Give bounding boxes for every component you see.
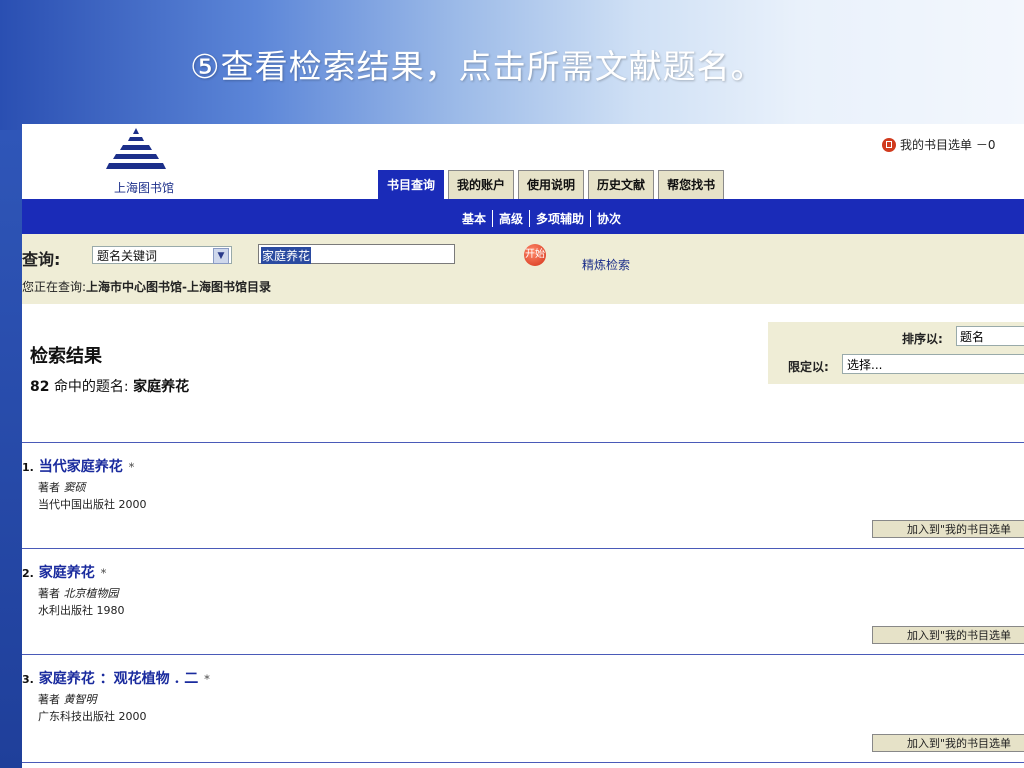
author-prefix: 著者 — [38, 481, 60, 494]
record-publisher: 广东科技出版社 2000 — [38, 708, 1024, 724]
limit-label: 限定以: — [788, 360, 829, 374]
start-search-button[interactable]: 开始 — [524, 244, 546, 266]
add-to-list-button[interactable]: 加入到"我的书目选单 — [872, 626, 1024, 644]
current-catalog-info: 您正在查询:上海市中心图书馆-上海图书馆目录 — [22, 278, 271, 295]
search-field-value: 题名关键词 — [97, 249, 158, 263]
my-list-label: 我的书目选单 －0 — [900, 138, 996, 152]
library-logo-icon — [106, 128, 166, 169]
publish-year: 1980 — [96, 604, 125, 617]
my-list-link[interactable]: 我的书目选单 －0 — [882, 136, 995, 153]
hit-count: 82 — [30, 379, 50, 395]
query-label: 查询: — [22, 250, 61, 269]
record-title-link[interactable]: 当代家庭养花 — [39, 459, 123, 475]
add-to-list-button[interactable]: 加入到"我的书目选单 — [872, 734, 1024, 752]
record-number: 1. — [22, 461, 34, 474]
record-publisher: 当代中国出版社 2000 — [38, 496, 1024, 512]
record-author: 著者 北京植物园 — [38, 585, 1024, 601]
refine-search-link[interactable]: 精炼检索 — [582, 256, 630, 273]
star-icon: * — [204, 673, 210, 686]
result-divider — [22, 654, 1024, 655]
querying-target: 上海市中心图书馆-上海图书馆目录 — [86, 280, 272, 294]
record-number: 2. — [22, 567, 34, 580]
search-panel: 查询: 题名关键词 ▼ 家庭养花 开始 精炼检索 您正在查询:上海市中心图书馆-… — [22, 234, 1024, 304]
sort-select[interactable]: 题名 — [956, 326, 1024, 346]
search-field-select[interactable]: 题名关键词 ▼ — [92, 246, 232, 264]
tab-find-books[interactable]: 帮您找书 — [658, 170, 725, 199]
record-number: 3. — [22, 673, 34, 686]
record-title-link[interactable]: 家庭养花 — [39, 565, 95, 581]
search-mode-bar: 基本 高级 多项辅助 协次 — [22, 200, 1024, 234]
record-author: 著者 黄智明 — [38, 691, 1024, 707]
publish-year: 2000 — [118, 498, 147, 511]
publisher-name: 当代中国出版社 — [38, 498, 115, 511]
record-author: 著者 窦硕 — [38, 479, 1024, 495]
results-title: 检索结果 — [30, 346, 102, 367]
star-icon: * — [128, 461, 135, 474]
search-input[interactable]: 家庭养花 — [258, 244, 455, 264]
result-divider — [22, 762, 1024, 763]
publish-year: 2000 — [118, 710, 147, 723]
tab-catalog-search[interactable]: 书目查询 — [378, 170, 445, 199]
library-name: 上海图书馆 — [114, 181, 175, 195]
result-divider — [22, 442, 1024, 443]
limit-select[interactable]: 选择... — [842, 354, 1024, 374]
hit-count-text: 命中的题名: — [53, 379, 129, 395]
results-count: 82 命中的题名: 家庭养花 — [30, 376, 189, 396]
record-title-link[interactable]: 家庭养花 ：观花植物 . 二 — [39, 671, 199, 687]
result-record: 2. 家庭养花 * 著者 北京植物园 水利出版社 1980 — [22, 562, 1024, 618]
results-header: 检索结果 82 命中的题名: 家庭养花 — [30, 342, 189, 396]
mode-advanced[interactable]: 高级 — [493, 210, 531, 227]
result-record: 3. 家庭养花 ：观花植物 . 二 * 著者 黄智明 广东科技出版社 2000 — [22, 668, 1024, 724]
sort-label: 排序以: — [902, 332, 943, 346]
record-publisher: 水利出版社 1980 — [38, 602, 1024, 618]
mode-multi-assist[interactable]: 多项辅助 — [530, 210, 592, 227]
record-title-line: 2. 家庭养花 * — [22, 562, 1024, 582]
hit-query: 家庭养花 — [133, 379, 190, 395]
publisher-name: 广东科技出版社 — [38, 710, 115, 723]
slide-left-band — [0, 130, 22, 768]
search-input-value: 家庭养花 — [261, 247, 312, 264]
tab-my-account[interactable]: 我的账户 — [448, 170, 515, 199]
author-name: 北京植物园 — [63, 587, 119, 600]
author-name: 黄智明 — [63, 693, 97, 706]
star-icon: * — [100, 567, 107, 580]
mode-basic[interactable]: 基本 — [456, 210, 494, 227]
result-divider — [22, 548, 1024, 549]
publisher-name: 水利出版社 — [38, 604, 93, 617]
tab-historical-docs[interactable]: 历史文献 — [588, 170, 655, 199]
site-header: 上海图书馆 书目查询 我的账户 使用说明 历史文献 帮您找书 我的书目选单 －0 — [22, 124, 1024, 200]
record-title-line: 3. 家庭养花 ：观花植物 . 二 * — [22, 668, 1024, 688]
querying-prefix: 您正在查询: — [22, 280, 87, 294]
sort-limit-panel: 排序以: 题名 限定以: 选择... — [768, 322, 1024, 384]
record-title-line: 1. 当代家庭养花 * — [22, 456, 1024, 476]
author-prefix: 著者 — [38, 693, 60, 706]
mode-coop[interactable]: 协次 — [591, 210, 627, 227]
author-prefix: 著者 — [38, 587, 60, 600]
main-tabs: 书目查询 我的账户 使用说明 历史文献 帮您找书 — [378, 170, 728, 200]
result-record: 1. 当代家庭养花 * 著者 窦硕 当代中国出版社 2000 — [22, 456, 1024, 512]
book-list-icon — [882, 137, 896, 152]
author-name: 窦硕 — [63, 481, 86, 494]
catalog-screenshot: 上海图书馆 书目查询 我的账户 使用说明 历史文献 帮您找书 我的书目选单 －0… — [22, 124, 1024, 768]
slide-title: ⑤查看检索结果，点击所需文献题名。 — [190, 47, 765, 86]
chevron-down-icon: ▼ — [213, 248, 229, 264]
tab-instructions[interactable]: 使用说明 — [518, 170, 585, 199]
add-to-list-button[interactable]: 加入到"我的书目选单 — [872, 520, 1024, 538]
